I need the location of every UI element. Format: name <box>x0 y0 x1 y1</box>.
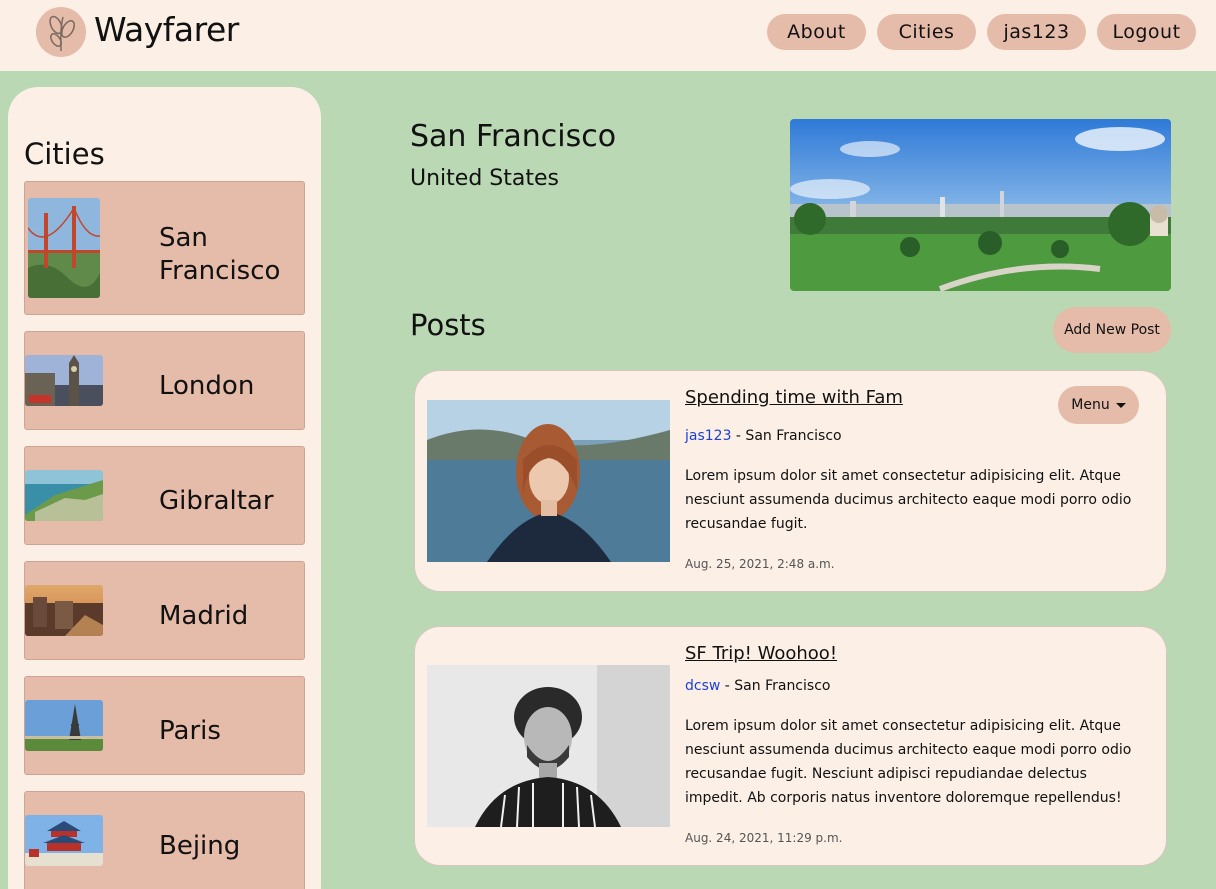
big-ben-thumbnail <box>25 355 103 406</box>
post-menu-dropdown[interactable]: Menu <box>1058 386 1139 424</box>
post-meta: dcsw - San Francisco <box>685 678 830 694</box>
city-card-bejing[interactable]: Bejing <box>24 791 305 889</box>
nav-cities-button[interactable]: Cities <box>877 14 976 50</box>
city-card-san-francisco[interactable]: San Francisco <box>24 181 305 315</box>
golden-gate-thumbnail <box>28 198 100 298</box>
nav-logout-button[interactable]: Logout <box>1097 14 1196 50</box>
city-name: London <box>159 371 255 401</box>
post-card: SF Trip! Woohoo! dcsw - San Francisco Lo… <box>414 626 1167 866</box>
city-card-gibraltar[interactable]: Gibraltar <box>24 446 305 545</box>
post-photo <box>427 400 670 562</box>
nav-about-button[interactable]: About <box>767 14 866 50</box>
eiffel-tower-thumbnail <box>25 700 103 751</box>
post-location: - San Francisco <box>731 428 842 444</box>
post-photo <box>427 665 670 827</box>
add-new-post-button[interactable]: Add New Post <box>1053 307 1171 353</box>
madrid-skyline-thumbnail <box>25 585 103 636</box>
post-meta: jas123 - San Francisco <box>685 428 842 444</box>
post-location: - San Francisco <box>720 678 831 694</box>
posts-heading: Posts <box>410 308 486 342</box>
post-title-link[interactable]: Spending time with Fam <box>685 387 903 408</box>
post-card: Spending time with Fam jas123 - San Fran… <box>414 370 1167 592</box>
city-card-london[interactable]: London <box>24 331 305 430</box>
sidebar-title: Cities <box>24 137 105 171</box>
post-author-link[interactable]: jas123 <box>685 428 731 444</box>
caret-down-icon <box>1115 402 1126 408</box>
city-hero-image <box>790 119 1171 291</box>
gibraltar-rock-thumbnail <box>25 470 103 521</box>
city-name: Paris <box>159 716 221 746</box>
post-body: Lorem ipsum dolor sit amet consectetur a… <box>685 718 1132 806</box>
leaf-logo-icon[interactable] <box>36 7 86 57</box>
city-name: Bejing <box>159 831 241 861</box>
city-name: San Francisco <box>159 223 281 286</box>
city-name: Gibraltar <box>159 486 274 516</box>
nav-profile-button[interactable]: jas123 <box>987 14 1086 50</box>
top-navbar: Wayfarer About Cities jas123 Logout <box>0 0 1216 71</box>
cities-sidebar: Cities San Francisco London Gibraltar Ma… <box>8 87 321 889</box>
post-body: Lorem ipsum dolor sit amet consectetur a… <box>685 468 1132 532</box>
post-date: Aug. 25, 2021, 2:48 a.m. <box>685 557 835 571</box>
temple-of-heaven-thumbnail <box>25 815 103 866</box>
city-name: Madrid <box>159 601 249 631</box>
post-date: Aug. 24, 2021, 11:29 p.m. <box>685 831 843 845</box>
city-title: San Francisco <box>410 119 617 154</box>
brand-name[interactable]: Wayfarer <box>94 10 239 49</box>
city-card-madrid[interactable]: Madrid <box>24 561 305 660</box>
city-country: United States <box>410 166 559 191</box>
city-card-paris[interactable]: Paris <box>24 676 305 775</box>
menu-label: Menu <box>1071 397 1110 413</box>
post-title-link[interactable]: SF Trip! Woohoo! <box>685 643 837 664</box>
post-author-link[interactable]: dcsw <box>685 678 720 694</box>
